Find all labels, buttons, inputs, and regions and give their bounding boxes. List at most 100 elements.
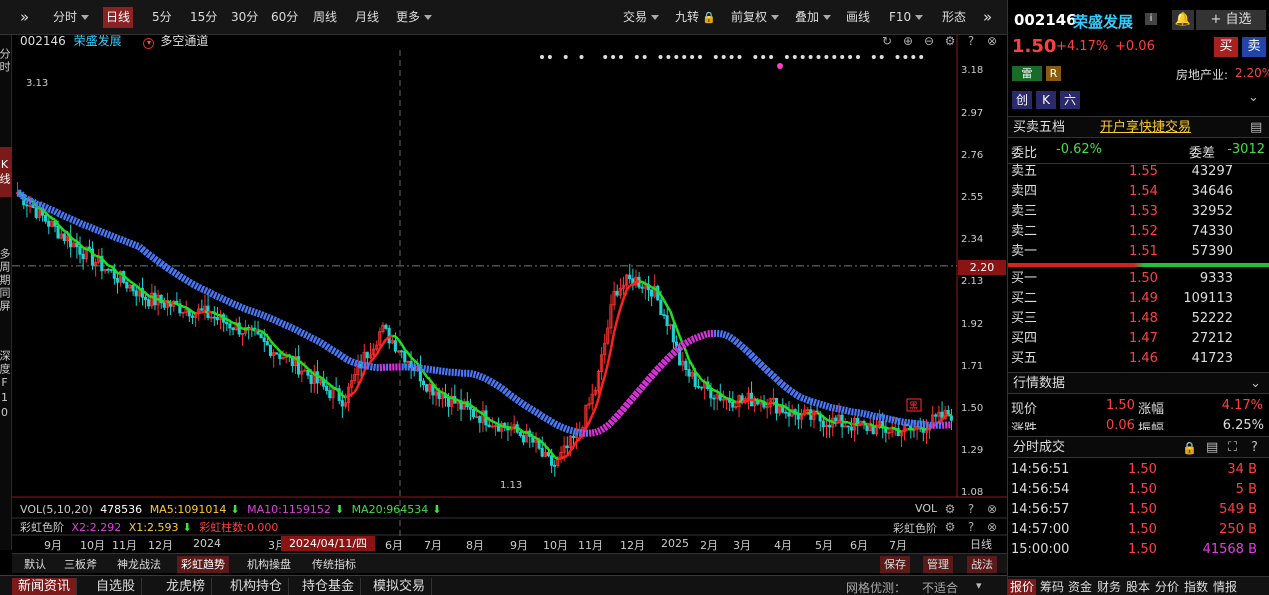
tab-institution[interactable]: 机构操盘 xyxy=(243,556,295,573)
collapse-icon[interactable]: ⌄ xyxy=(1250,373,1261,395)
tab-rainbow[interactable]: 彩虹趋势 xyxy=(177,556,229,573)
signal-dot-pink xyxy=(777,63,783,69)
ask-row[interactable]: 卖四 1.54 34646 xyxy=(1011,182,1269,202)
settings-icon[interactable]: ⚙ xyxy=(944,35,956,47)
dragon-tiger-tab[interactable]: 龙虎榜 xyxy=(160,578,213,595)
toolbar-30min[interactable]: 30分 xyxy=(228,7,261,28)
rainbow-settings-icon[interactable]: ⚙ xyxy=(944,521,956,533)
self-select-button[interactable]: + 自选 xyxy=(1196,10,1266,30)
bid-row[interactable]: 买五 1.46 41723 xyxy=(1011,349,1269,369)
toolbar-pattern[interactable]: 形态 xyxy=(939,7,969,28)
tab-sanbanfu[interactable]: 三板斧 xyxy=(60,556,101,573)
toolbar-f10[interactable]: F10 xyxy=(886,7,926,28)
minus-icon[interactable]: ⊖ xyxy=(923,35,935,47)
trend-line-segment xyxy=(348,393,353,397)
vol-settings-icon[interactable]: ⚙ xyxy=(944,503,956,515)
institution-holdings-tab[interactable]: 机构持仓 xyxy=(224,578,290,595)
tab-traditional[interactable]: 传统指标 xyxy=(308,556,360,573)
bid-row[interactable]: 买三 1.48 52222 xyxy=(1011,309,1269,329)
simulated-trade-tab[interactable]: 模拟交易 xyxy=(367,578,433,595)
badge-liu[interactable]: 六 xyxy=(1060,91,1080,109)
toolbar-more[interactable]: 更多 xyxy=(393,7,435,28)
bell-icon[interactable]: 🔔 xyxy=(1172,10,1194,30)
ask-row[interactable]: 卖五 1.55 43297 xyxy=(1011,162,1269,182)
market-data-title: 行情数据 xyxy=(1013,376,1066,391)
trend-line-segment xyxy=(888,426,893,430)
tab-shenlong[interactable]: 神龙战法 xyxy=(113,556,165,573)
sell-button[interactable]: 卖 xyxy=(1242,37,1266,57)
rainbow-close-icon[interactable]: ⊗ xyxy=(986,521,998,533)
table-icon[interactable]: ▤ xyxy=(1206,437,1218,459)
toolbar-overlay[interactable]: 叠加 xyxy=(792,7,834,28)
tab-price-dist[interactable]: 分价 xyxy=(1153,579,1181,595)
dropdown-icon[interactable]: ▾ xyxy=(976,579,982,592)
buy-button[interactable]: 买 xyxy=(1214,37,1238,57)
badge-k[interactable]: K xyxy=(1036,91,1056,109)
badge-chuang[interactable]: 创 xyxy=(1012,91,1032,109)
tab-index[interactable]: 指数 xyxy=(1182,579,1210,595)
toolbar-daily[interactable]: 日线 xyxy=(103,7,134,28)
refresh-icon[interactable]: ↻ xyxy=(881,35,893,47)
left-tab-multiperiod[interactable]: 多周期同屏 xyxy=(0,235,12,325)
candle-body xyxy=(134,290,138,297)
collapse-left-icon[interactable]: » xyxy=(20,8,29,26)
trend-line-segment xyxy=(488,418,493,423)
grid-value[interactable]: 不适合 xyxy=(922,579,958,595)
save-button[interactable]: 保存 xyxy=(880,556,910,573)
help-icon[interactable]: ? xyxy=(965,35,977,47)
ask-row[interactable]: 卖三 1.53 32952 xyxy=(1011,202,1269,222)
news-tab[interactable]: 新闻资讯 xyxy=(12,578,78,595)
toolbar-nine[interactable]: 九转 🔒 xyxy=(672,7,719,28)
thunder-tag[interactable]: 雷 xyxy=(1012,66,1042,81)
toolbar-trade[interactable]: 交易 xyxy=(620,7,662,28)
expand-down-icon[interactable]: ⌄ xyxy=(1248,90,1259,105)
r-tag[interactable]: R xyxy=(1046,66,1061,81)
trend-line-segment xyxy=(754,397,759,402)
toolbar-monthly[interactable]: 月线 xyxy=(352,7,382,28)
left-tab-kline[interactable]: K线 xyxy=(0,147,12,197)
collapse-right-icon[interactable]: » xyxy=(983,8,992,26)
add-icon[interactable]: ⊕ xyxy=(902,35,914,47)
toolbar-15min[interactable]: 15分 xyxy=(187,7,220,28)
x-axis-label: 10月 xyxy=(80,539,105,552)
toolbar-intraday[interactable]: 分时 xyxy=(50,7,92,28)
left-tab-intraday[interactable]: 分时 xyxy=(0,43,12,79)
toolbar-60min[interactable]: 60分 xyxy=(268,7,301,28)
kline-chart[interactable]: 3.13 1.13 黑 xyxy=(12,35,1007,550)
ask-row[interactable]: 卖一 1.51 57390 xyxy=(1011,242,1269,262)
industry-label[interactable]: 房地产业: xyxy=(1176,66,1228,83)
fund-holdings-tab[interactable]: 持仓基金 xyxy=(296,578,362,595)
tab-chips[interactable]: 筹码 xyxy=(1038,579,1066,595)
calculator-icon[interactable]: ▤ xyxy=(1250,117,1262,139)
tab-default[interactable]: 默认 xyxy=(20,556,50,573)
left-tab-f10[interactable]: 深度F10 xyxy=(0,340,12,430)
chart-indicator[interactable]: 多空通道 xyxy=(160,34,208,48)
strategy-button[interactable]: 战法 xyxy=(967,556,997,573)
vol-close-icon[interactable]: ⊗ xyxy=(986,503,998,515)
toolbar-adjust[interactable]: 前复权 xyxy=(728,7,782,28)
close-icon[interactable]: ⊗ xyxy=(986,35,998,47)
toolbar-weekly[interactable]: 周线 xyxy=(310,7,340,28)
tab-quote[interactable]: 报价 xyxy=(1008,579,1037,595)
watchlist-tab[interactable]: 自选股 xyxy=(90,578,143,595)
vol-help-icon[interactable]: ? xyxy=(965,503,977,515)
ask-row[interactable]: 卖二 1.52 74330 xyxy=(1011,222,1269,242)
rainbow-help-icon[interactable]: ? xyxy=(965,521,977,533)
low-label: 1.13 xyxy=(500,480,522,491)
toolbar-draw[interactable]: 画线 xyxy=(843,7,873,28)
manage-button[interactable]: 管理 xyxy=(923,556,953,573)
toolbar-5min[interactable]: 5分 xyxy=(149,7,175,28)
bid-row[interactable]: 买四 1.47 27212 xyxy=(1011,329,1269,349)
open-account-link[interactable]: 开户享快捷交易 xyxy=(1100,117,1191,139)
help-icon[interactable]: ? xyxy=(1251,437,1258,459)
fullscreen-icon[interactable]: ⛶ xyxy=(1228,437,1237,459)
info-icon[interactable]: i xyxy=(1145,13,1157,25)
tab-funds[interactable]: 资金 xyxy=(1066,579,1094,595)
tab-intel[interactable]: 情报 xyxy=(1211,579,1239,595)
tab-finance[interactable]: 财务 xyxy=(1095,579,1123,595)
tab-equity[interactable]: 股本 xyxy=(1124,579,1152,595)
bid-row[interactable]: 买一 1.50 9333 xyxy=(1011,269,1269,289)
lock-icon[interactable]: 🔒 xyxy=(1182,437,1197,459)
bid-row[interactable]: 买二 1.49 109113 xyxy=(1011,289,1269,309)
indicator-dropdown-icon[interactable]: ▾ xyxy=(143,38,155,49)
